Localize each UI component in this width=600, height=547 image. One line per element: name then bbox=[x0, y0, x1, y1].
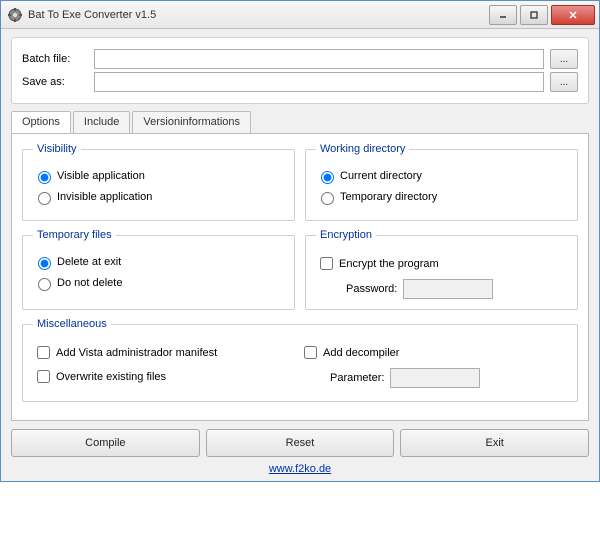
tempfiles-group: Temporary files Delete at exit Do not de… bbox=[22, 229, 295, 310]
batch-browse-button[interactable]: ... bbox=[550, 49, 578, 69]
invisible-app-radio[interactable] bbox=[38, 192, 51, 205]
exit-button[interactable]: Exit bbox=[400, 429, 589, 457]
minimize-button[interactable] bbox=[489, 5, 517, 25]
window-controls bbox=[486, 5, 595, 25]
manifest-checkbox[interactable] bbox=[37, 346, 50, 359]
close-button[interactable] bbox=[551, 5, 595, 25]
reset-button[interactable]: Reset bbox=[206, 429, 395, 457]
delete-exit-radio[interactable] bbox=[38, 257, 51, 270]
titlebar: Bat To Exe Converter v1.5 bbox=[1, 1, 599, 29]
invisible-app-label: Invisible application bbox=[57, 191, 152, 203]
misc-group: Miscellaneous Add Vista administrador ma… bbox=[22, 318, 578, 402]
decompiler-label: Add decompiler bbox=[323, 347, 399, 359]
encrypt-checkbox[interactable] bbox=[320, 257, 333, 270]
save-browse-button[interactable]: ... bbox=[550, 72, 578, 92]
save-as-input[interactable] bbox=[94, 72, 544, 92]
current-dir-label: Current directory bbox=[340, 170, 422, 182]
visibility-group: Visibility Visible application Invisible… bbox=[22, 143, 295, 221]
encryption-legend: Encryption bbox=[316, 229, 376, 241]
temp-dir-label: Temporary directory bbox=[340, 191, 437, 203]
workingdir-group: Working directory Current directory Temp… bbox=[305, 143, 578, 221]
temp-dir-radio[interactable] bbox=[321, 192, 334, 205]
visible-app-radio[interactable] bbox=[38, 171, 51, 184]
overwrite-checkbox[interactable] bbox=[37, 370, 50, 383]
encrypt-label: Encrypt the program bbox=[339, 258, 439, 270]
tab-versioninfo[interactable]: Versioninformations bbox=[132, 111, 251, 133]
no-delete-label: Do not delete bbox=[57, 277, 122, 289]
tempfiles-legend: Temporary files bbox=[33, 229, 116, 241]
delete-exit-label: Delete at exit bbox=[57, 256, 121, 268]
no-delete-radio[interactable] bbox=[38, 278, 51, 291]
workingdir-legend: Working directory bbox=[316, 143, 409, 155]
app-icon bbox=[7, 7, 23, 23]
button-row: Compile Reset Exit bbox=[11, 429, 589, 457]
manifest-label: Add Vista administrador manifest bbox=[56, 347, 217, 359]
tab-bar: Options Include Versioninformations bbox=[11, 111, 589, 134]
window-title: Bat To Exe Converter v1.5 bbox=[28, 9, 486, 21]
visibility-legend: Visibility bbox=[33, 143, 81, 155]
compile-button[interactable]: Compile bbox=[11, 429, 200, 457]
tab-options[interactable]: Options bbox=[11, 111, 71, 133]
maximize-button[interactable] bbox=[520, 5, 548, 25]
options-panel: Visibility Visible application Invisible… bbox=[11, 133, 589, 421]
password-label: Password: bbox=[346, 283, 397, 295]
footer-link[interactable]: www.f2ko.de bbox=[269, 463, 331, 475]
overwrite-label: Overwrite existing files bbox=[56, 371, 166, 383]
misc-legend: Miscellaneous bbox=[33, 318, 111, 330]
file-panel: Batch file: ... Save as: ... bbox=[11, 37, 589, 104]
visible-app-label: Visible application bbox=[57, 170, 145, 182]
batch-file-input[interactable] bbox=[94, 49, 544, 69]
batch-file-label: Batch file: bbox=[22, 53, 94, 65]
tab-include[interactable]: Include bbox=[73, 111, 130, 133]
footer: www.f2ko.de bbox=[11, 463, 589, 475]
encryption-group: Encryption Encrypt the program Password: bbox=[305, 229, 578, 310]
decompiler-checkbox[interactable] bbox=[304, 346, 317, 359]
client-area: Batch file: ... Save as: ... Options Inc… bbox=[1, 29, 599, 481]
current-dir-radio[interactable] bbox=[321, 171, 334, 184]
app-window: Bat To Exe Converter v1.5 Batch file: ..… bbox=[0, 0, 600, 482]
parameter-input[interactable] bbox=[390, 368, 480, 388]
save-as-label: Save as: bbox=[22, 76, 94, 88]
parameter-label: Parameter: bbox=[330, 372, 384, 384]
password-input[interactable] bbox=[403, 279, 493, 299]
